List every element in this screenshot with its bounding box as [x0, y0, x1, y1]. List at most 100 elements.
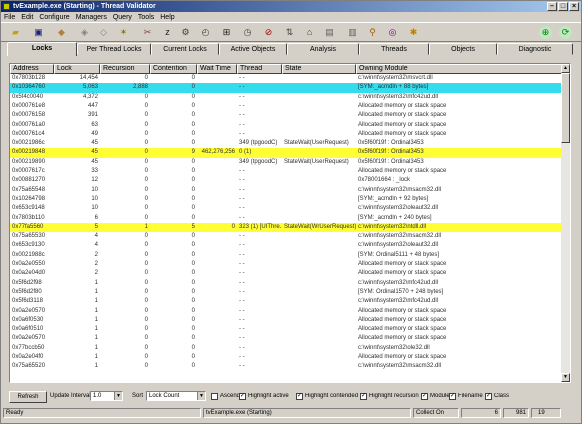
tab-locks[interactable]: Locks	[7, 42, 77, 56]
table-row[interactable]: 0x75a65548 10 0 0 - - c:\winnt\system32\msacm…	[10, 186, 562, 195]
table-row[interactable]: 0x77fa5560 5 1 5 0 323 (1) [UIThre... StateWai…	[10, 222, 562, 233]
inject-icon[interactable]: ◈	[78, 26, 91, 39]
minimize-button[interactable]: –	[547, 2, 557, 11]
memory-icon[interactable]: ▤	[323, 26, 336, 39]
sort-select[interactable]: Lock Count ▼	[146, 391, 206, 401]
attach-icon[interactable]: ◆	[55, 26, 68, 39]
vertical-scrollbar[interactable]: ▲ ▼	[561, 64, 570, 382]
table-row[interactable]: 0x75a65530 4 0 0 - - c:\winnt\system32\msacm3…	[10, 232, 562, 241]
table-row[interactable]: 0x0021988c 2 0 0 - - [SYM: Ordinal5111 + 48 b…	[10, 251, 562, 260]
col-contention[interactable]: Contention	[150, 64, 197, 74]
table-row[interactable]: 0x75a65520 1 0 0 - - c:\winnt\system32\msacm3…	[10, 362, 562, 371]
menu-help[interactable]: Help	[157, 14, 177, 21]
table-row[interactable]: 0x7803b110 6 0 0 - - [SYM:_acmdln + 240 bytes…	[10, 214, 562, 223]
col-lock[interactable]: Lock	[54, 64, 100, 74]
checkbox-highlight-contended[interactable]: ✓	[296, 393, 303, 400]
search-icon[interactable]: ⚲	[366, 26, 379, 39]
table-row[interactable]: 0x00219848 45 0 9 462,276,256 0 (1) 0x5f60f19f…	[10, 148, 562, 158]
table-row[interactable]: 0x0021986c 45 0 0 349 (tpgoodC) StateWait(Use…	[10, 139, 562, 148]
menu-managers[interactable]: Managers	[73, 14, 110, 21]
col-state[interactable]: State	[282, 64, 356, 74]
menu-edit[interactable]: Edit	[18, 14, 36, 21]
tab-threads[interactable]: Threads	[359, 43, 429, 55]
col-owning-module[interactable]: Owning Module	[356, 64, 562, 74]
tab-diagnostic[interactable]: Diagnostic	[497, 43, 573, 55]
timer-icon[interactable]: ◴	[199, 26, 212, 39]
lock-icon[interactable]: ⌂	[303, 26, 316, 39]
tab-per-thread-locks[interactable]: Per Thread Locks	[77, 43, 151, 55]
pages-icon[interactable]: ▥	[346, 26, 359, 39]
target-icon[interactable]: ◎	[386, 26, 399, 39]
wait-icon[interactable]: ◇	[97, 26, 110, 39]
title-bar[interactable]: tvExample.exe (Starting) - Thread Valida…	[1, 1, 581, 12]
scroll-down-icon[interactable]: ▼	[561, 373, 570, 382]
table-row[interactable]: 0x653c9148 10 0 0 - - c:\winnt\system32\oleau…	[10, 204, 562, 213]
table-row[interactable]: 0x5f6d2f98 1 0 0 - - c:\winnt\system32\mfc42u…	[10, 279, 562, 288]
menu-tools[interactable]: Tools	[135, 14, 157, 21]
run-icon[interactable]: ✶	[117, 26, 130, 39]
col-address[interactable]: Address	[10, 64, 54, 74]
tab-current-locks[interactable]: Current Locks	[151, 43, 219, 55]
col-thread[interactable]: Thread	[237, 64, 282, 74]
scroll-thumb[interactable]	[561, 73, 570, 143]
checkbox-highlight-active[interactable]: ✓	[239, 393, 246, 400]
tools-icon[interactable]: ✂	[141, 26, 154, 39]
table-row[interactable]: 0x00881270 12 0 0 - - 0x78001664 : _lock	[10, 176, 562, 185]
refresh-icon[interactable]: ⟳	[559, 26, 572, 39]
table-row[interactable]: 0x000761e8 447 0 0 - - Allocated memory or st…	[10, 102, 562, 111]
maximize-button[interactable]: □	[558, 2, 568, 11]
table-row[interactable]: 0x0a2e0550 2 0 0 - - Allocated memory or stac…	[10, 260, 562, 269]
checkbox-class[interactable]: ✓	[485, 393, 492, 400]
table-row[interactable]: 0x10264798 10 0 0 - - [SYM:_acmdln + 92 bytes…	[10, 195, 562, 204]
table-row[interactable]: 0x653c9130 4 0 0 - - c:\winnt\system32\oleaut…	[10, 241, 562, 250]
table-row[interactable]: 0x77bccb50 1 0 0 - - c:\winnt\system32\ole32.…	[10, 344, 562, 353]
table-row[interactable]: 0x0a2e04f0 1 0 0 - - Allocated memory or stac…	[10, 353, 562, 362]
table-row[interactable]: 0x00076158 391 0 0 - - Allocated memory or st…	[10, 111, 562, 120]
menu-query[interactable]: Query	[110, 14, 135, 21]
table-row[interactable]: 0x5f6d2f80 1 0 0 - - [SYM: Ordinal1570 + 248 …	[10, 288, 562, 297]
sleep-icon[interactable]: z	[161, 26, 174, 39]
col-wait-time[interactable]: Wait Time	[197, 64, 237, 74]
tab-active-objects[interactable]: Active Objects	[219, 43, 287, 55]
menu-configure[interactable]: Configure	[36, 14, 72, 21]
locks-table[interactable]: Address Lock Recursion Contention Wait T…	[9, 63, 571, 383]
sort-icon[interactable]: ⇅	[283, 26, 296, 39]
update-interval-select[interactable]: 1.0 ▼	[90, 391, 123, 401]
open-folder-icon[interactable]: ▰	[9, 26, 22, 39]
tab-objects[interactable]: Objects	[429, 43, 497, 55]
settings-icon[interactable]: ⚙	[179, 26, 192, 39]
table-row[interactable]: 0x000761c4 49 0 0 - - Allocated memory or sta…	[10, 130, 562, 139]
table-row[interactable]: 0x0a2e0570 1 0 0 - - Allocated memory or stac…	[10, 307, 562, 316]
table-row[interactable]: 0x0a2e04d0 2 0 0 - - Allocated memory or stac…	[10, 269, 562, 278]
table-row[interactable]: 0x00219890 45 0 0 349 (tpgoodC) StateWait(Use…	[10, 158, 562, 167]
watch-icon[interactable]: ◷	[241, 26, 254, 39]
scroll-up-icon[interactable]: ▲	[561, 64, 570, 73]
chevron-down-icon[interactable]: ▼	[197, 392, 205, 400]
table-row[interactable]: 0x7803b128 14,454 0 0 - - c:\winnt\system32\m…	[10, 74, 562, 83]
table-row[interactable]: 0x0a6f0510 1 0 0 - - Allocated memory or stac…	[10, 325, 562, 334]
table-row[interactable]: 0x0a6f0530 1 0 0 - - Allocated memory or stac…	[10, 316, 562, 325]
table-row[interactable]: 0x0007617c 33 0 0 - - Allocated memory or sta…	[10, 167, 562, 176]
table-row[interactable]: 0x000761a0 63 0 0 - - Allocated memory or sta…	[10, 121, 562, 130]
close-button[interactable]: ×	[569, 2, 579, 11]
checkbox-highlight-recursion[interactable]: ✓	[360, 393, 367, 400]
menu-file[interactable]: File	[1, 14, 18, 21]
checkbox-filename[interactable]: ✓	[449, 393, 456, 400]
filter-icon[interactable]: ⊞	[220, 26, 233, 39]
chevron-down-icon[interactable]: ▼	[114, 392, 122, 400]
table-row[interactable]: 0x5f6d3118 1 0 0 - - c:\winnt\system32\mfc42u…	[10, 297, 562, 306]
stop-icon[interactable]: ⊘	[262, 26, 275, 39]
table-row[interactable]: 0x10364760 5,063 2,888 0 - - [SYM:_acmdln + 8…	[10, 83, 562, 93]
cell-wait-time	[197, 204, 237, 213]
checkbox-ascending[interactable]	[211, 393, 218, 400]
cell-lock: 1	[94, 335, 98, 342]
go-icon[interactable]: ⊕	[539, 26, 552, 39]
col-recursion[interactable]: Recursion	[100, 64, 150, 74]
table-row[interactable]: 0x5f4c0040 4,372 0 0 - - c:\winnt\system32\mf…	[10, 93, 562, 102]
save-icon[interactable]: ▣	[32, 26, 45, 39]
tab-analysis[interactable]: Analysis	[287, 43, 359, 55]
table-row[interactable]: 0x0a2e0570 1 0 0 - - Allocated memory or stac…	[10, 334, 562, 343]
refresh-button[interactable]: Refresh	[9, 391, 47, 403]
checkbox-module[interactable]: ✓	[421, 393, 428, 400]
help-icon[interactable]: ✱	[407, 26, 420, 39]
